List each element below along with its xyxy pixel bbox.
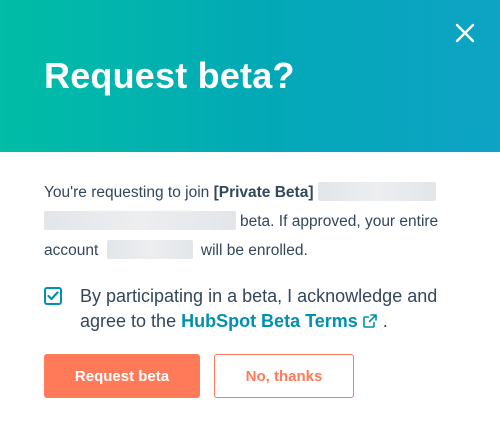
consent-trailing-text: . — [377, 311, 388, 331]
message-line-3: account will be enrolled. — [44, 236, 464, 265]
dialog-title: Request beta? — [44, 55, 295, 96]
account-suffix: will be enrolled. — [196, 242, 308, 259]
consent-label: By participating in a beta, I acknowledg… — [80, 284, 464, 334]
external-link-icon — [362, 314, 377, 328]
beta-terms-consent: By participating in a beta, I acknowledg… — [44, 284, 464, 334]
beta-terms-link[interactable]: HubSpot Beta Terms — [181, 311, 378, 331]
beta-terms-link-label: HubSpot Beta Terms — [181, 311, 358, 331]
dialog-header: Request beta? — [0, 0, 500, 152]
redacted-account-name — [106, 240, 193, 259]
no-thanks-button[interactable]: No, thanks — [214, 354, 354, 398]
message-intro: You're requesting to join — [44, 184, 214, 201]
redacted-text — [44, 211, 236, 230]
checkmark-icon — [47, 291, 59, 301]
message-middle: beta. If approved, your entire — [240, 213, 439, 230]
message-line-1: You're requesting to join [Private Beta] — [44, 178, 464, 207]
terms-checkbox[interactable] — [44, 287, 62, 305]
dialog-message: You're requesting to join [Private Beta]… — [44, 178, 464, 265]
request-beta-dialog: Request beta? You're requesting to join … — [0, 0, 500, 424]
request-beta-button[interactable]: Request beta — [44, 354, 200, 398]
close-icon[interactable] — [452, 20, 478, 46]
account-prefix: account — [44, 242, 103, 259]
beta-name: [Private Beta] — [213, 184, 314, 201]
redacted-text — [317, 182, 436, 201]
message-line-2: beta. If approved, your entire — [44, 207, 464, 236]
